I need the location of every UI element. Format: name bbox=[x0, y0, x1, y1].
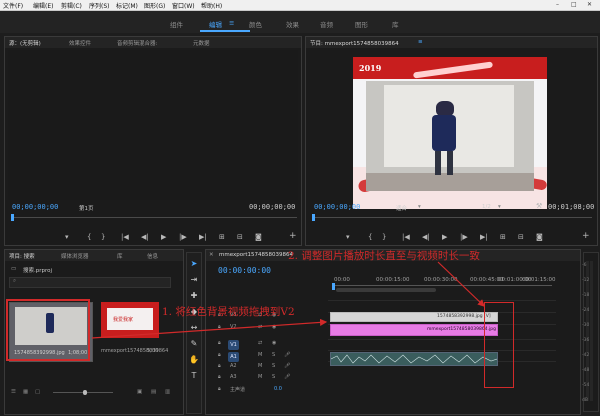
annotation-arrows bbox=[91, 261, 485, 339]
arrow-drag-to-v2 bbox=[91, 318, 328, 339]
annotation-step-2: 2. 调整图片播放时长直至与视频时长一致 bbox=[288, 250, 480, 262]
annotation-step-1: 1. 将红色背景视频拖拽到V2 bbox=[162, 306, 295, 318]
arrow-adjust-duration bbox=[437, 261, 485, 307]
